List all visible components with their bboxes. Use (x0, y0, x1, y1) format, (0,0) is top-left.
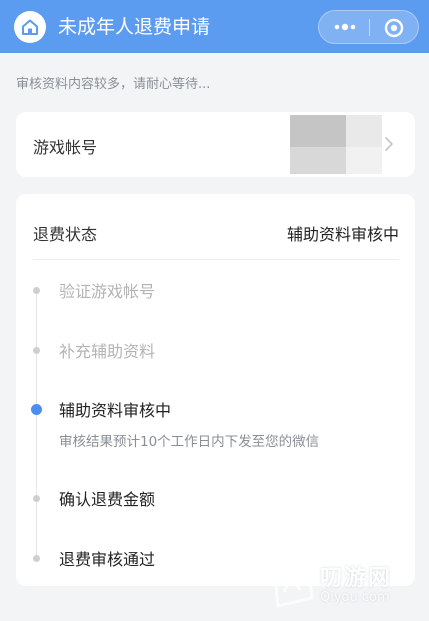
timeline-line (36, 290, 37, 560)
target-close-icon[interactable] (384, 18, 404, 38)
wait-hint: 审核资料内容较多，请耐心等待... (16, 77, 211, 92)
watermark-logo-icon (272, 560, 314, 608)
status-label: 退费状态 (33, 225, 98, 244)
watermark-url: Qiyou.com (320, 590, 390, 605)
status-value: 辅助资料审核中 (286, 225, 399, 244)
watermark: 叨游网 Qiyou.com (268, 556, 428, 616)
home-button[interactable] (14, 11, 46, 43)
step-dot (33, 495, 40, 502)
home-icon (22, 19, 38, 35)
watermark-text: 叨游网 (320, 566, 393, 591)
step-label: 辅助资料审核中 (59, 401, 172, 420)
step-dot-active (31, 404, 42, 415)
step-label: 补充辅助资料 (59, 342, 156, 361)
menu-capsule (318, 10, 419, 44)
chevron-right-icon (385, 137, 393, 151)
title-bar: 未成年人退费申请 (0, 0, 429, 53)
status-card: 退费状态 辅助资料审核中 验证游戏帐号 补充辅助资料 辅助资料审核中 审核结果预… (16, 194, 415, 586)
account-card[interactable]: 游戏帐号 (16, 112, 415, 177)
divider (33, 259, 399, 260)
step-dot (33, 555, 40, 562)
more-dots-icon[interactable] (332, 22, 358, 32)
step-dot (33, 287, 40, 294)
step-dot (33, 347, 40, 354)
step-label: 确认退费金额 (59, 490, 156, 509)
step-label: 退费审核通过 (59, 550, 156, 569)
page-title: 未成年人退费申请 (58, 16, 211, 38)
step-label: 验证游戏帐号 (59, 282, 156, 301)
capsule-divider (369, 19, 370, 36)
account-avatar-blurred (290, 115, 382, 174)
step-sub-text: 审核结果预计10个工作日内下发至您的微信 (59, 434, 320, 450)
account-label: 游戏帐号 (33, 138, 98, 157)
